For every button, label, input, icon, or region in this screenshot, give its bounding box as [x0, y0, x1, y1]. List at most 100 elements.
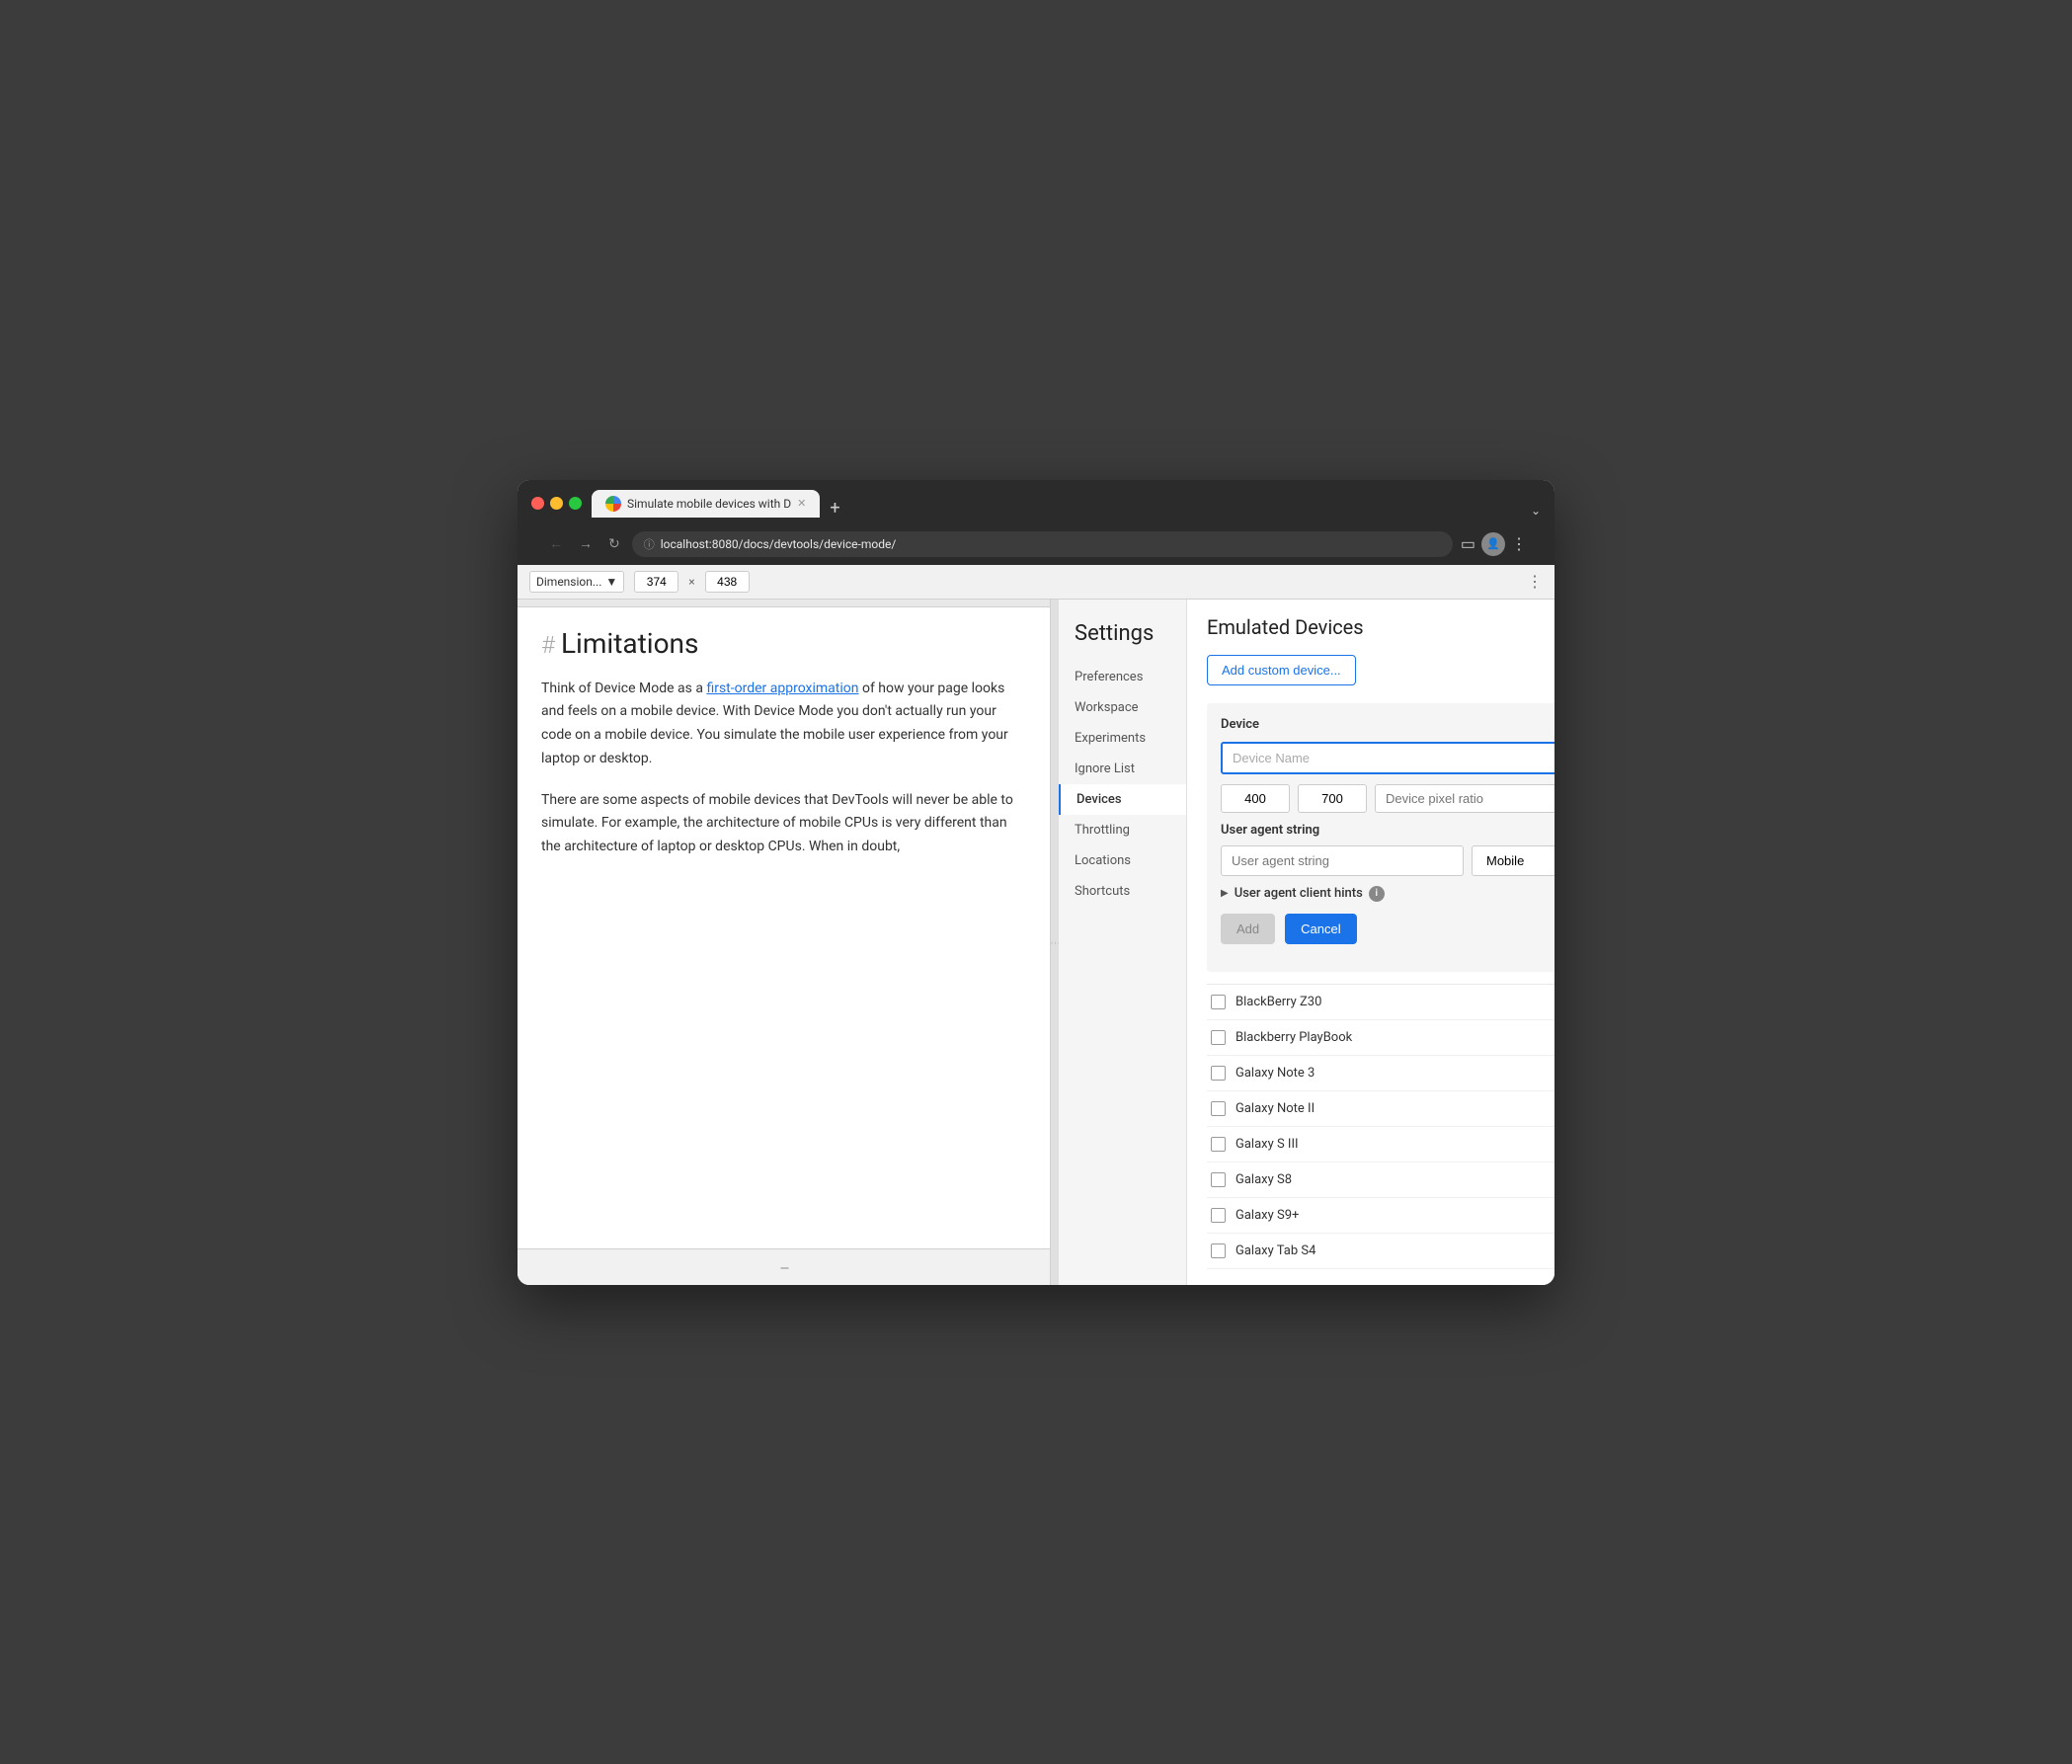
page-content: # Limitations Think of Device Mode as a …	[518, 600, 1051, 1285]
device-checkbox-blackberry-z30[interactable]	[1211, 995, 1226, 1009]
article-link[interactable]: first-order approximation	[706, 681, 858, 696]
user-agent-string-input[interactable]	[1221, 845, 1464, 876]
device-checkbox-blackberry-playbook[interactable]	[1211, 1030, 1226, 1045]
device-item-galaxy-note-3: Galaxy Note 3	[1207, 1056, 1554, 1091]
emulated-devices-title: Emulated Devices	[1207, 615, 1554, 639]
address-bar: ← → ↻ ⓘ localhost:8080/docs/devtools/dev…	[531, 525, 1541, 565]
article-content: # Limitations Think of Device Mode as a …	[518, 607, 1050, 1248]
device-label-galaxy-note-3: Galaxy Note 3	[1235, 1066, 1315, 1081]
settings-sidebar: Settings Preferences Workspace Experimen…	[1059, 600, 1187, 1285]
sidebar-item-throttling[interactable]: Throttling	[1059, 815, 1186, 845]
traffic-lights	[531, 497, 582, 510]
user-icon: 👤	[1486, 537, 1500, 550]
heading-text: Limitations	[561, 627, 699, 660]
close-traffic-light[interactable]	[531, 497, 544, 510]
devtools-toolbar: Dimension... ▼ × ⋮	[518, 565, 1554, 600]
device-item-galaxy-s9-plus: Galaxy S9+	[1207, 1198, 1554, 1234]
sidebar-item-shortcuts[interactable]: Shortcuts	[1059, 876, 1186, 907]
device-checkbox-galaxy-note-3[interactable]	[1211, 1066, 1226, 1081]
device-item-blackberry-playbook: Blackberry PlayBook	[1207, 1020, 1554, 1056]
height-input[interactable]	[705, 571, 750, 593]
browser-menu-btn[interactable]: ⋮	[1511, 534, 1527, 553]
url-bar[interactable]: ⓘ localhost:8080/docs/devtools/device-mo…	[632, 531, 1453, 557]
sidebar-item-preferences[interactable]: Preferences	[1059, 662, 1186, 692]
hints-label: User agent client hints	[1235, 886, 1363, 901]
side-resize-handle[interactable]: ⋮	[1051, 600, 1059, 1285]
device-height-input[interactable]	[1298, 784, 1367, 813]
active-tab[interactable]: Simulate mobile devices with D ✕	[592, 490, 820, 518]
device-item-galaxy-s-iii: Galaxy S III	[1207, 1127, 1554, 1163]
dimension-chevron: ▼	[605, 575, 617, 589]
dimension-label: Dimension...	[536, 575, 601, 589]
device-label-galaxy-s8: Galaxy S8	[1235, 1172, 1292, 1187]
tab-title: Simulate mobile devices with D	[627, 497, 791, 511]
minimize-traffic-light[interactable]	[550, 497, 563, 510]
sidebar-item-locations[interactable]: Locations	[1059, 845, 1186, 876]
tabs-row: Simulate mobile devices with D ✕ + ⌄	[592, 490, 1541, 518]
article-para-2: There are some aspects of mobile devices…	[541, 789, 1026, 859]
add-device-btn[interactable]: Add	[1221, 914, 1275, 944]
device-label-blackberry-z30: BlackBerry Z30	[1235, 995, 1321, 1009]
width-input[interactable]	[634, 571, 678, 593]
device-pixel-ratio-input[interactable]	[1375, 784, 1554, 813]
browser-actions: ▭ 👤 ⋮	[1461, 532, 1527, 556]
resize-handle[interactable]: ⎯	[780, 1257, 786, 1277]
cancel-device-btn[interactable]: Cancel	[1285, 914, 1356, 944]
browser-window: Simulate mobile devices with D ✕ + ⌄ ← →…	[518, 480, 1554, 1285]
device-checkbox-galaxy-tab-s4[interactable]	[1211, 1243, 1226, 1258]
device-label-blackberry-playbook: Blackberry PlayBook	[1235, 1030, 1352, 1045]
reload-btn[interactable]: ↻	[604, 534, 624, 554]
user-agent-type-select[interactable]: Mobile Desktop Tablet	[1472, 845, 1554, 876]
dim-separator: ×	[688, 575, 694, 589]
device-item-galaxy-s8: Galaxy S8	[1207, 1163, 1554, 1198]
page-footer: ⎯	[518, 1248, 1050, 1285]
device-item-blackberry-z30: BlackBerry Z30	[1207, 985, 1554, 1020]
user-agent-title: User agent string	[1221, 823, 1554, 838]
dimension-select[interactable]: Dimension... ▼	[529, 571, 624, 593]
hints-info-icon: i	[1369, 886, 1385, 902]
device-label-galaxy-s-iii: Galaxy S III	[1235, 1137, 1299, 1152]
add-custom-device-btn[interactable]: Add custom device...	[1207, 655, 1356, 685]
sidebar-item-devices[interactable]: Devices	[1059, 784, 1186, 815]
forward-btn[interactable]: →	[575, 533, 597, 554]
tab-chevron[interactable]: ⌄	[1531, 504, 1541, 518]
device-name-input[interactable]	[1221, 742, 1554, 774]
sidebar-item-workspace[interactable]: Workspace	[1059, 692, 1186, 723]
device-dims-row	[1221, 784, 1554, 813]
device-width-input[interactable]	[1221, 784, 1290, 813]
device-checkbox-galaxy-s-iii[interactable]	[1211, 1137, 1226, 1152]
back-btn[interactable]: ←	[545, 533, 567, 554]
hints-arrow-icon: ▶	[1221, 888, 1229, 899]
user-agent-row: Mobile Desktop Tablet	[1221, 845, 1554, 876]
main-content: # Limitations Think of Device Mode as a …	[518, 600, 1554, 1285]
tab-close-btn[interactable]: ✕	[797, 497, 806, 510]
device-label-galaxy-tab-s4: Galaxy Tab S4	[1235, 1243, 1315, 1258]
device-section-title: Device	[1221, 717, 1554, 732]
sidebar-item-ignore-list[interactable]: Ignore List	[1059, 754, 1186, 784]
info-icon: ⓘ	[644, 536, 655, 552]
settings-panel: Settings Preferences Workspace Experimen…	[1059, 600, 1554, 1285]
maximize-traffic-light[interactable]	[569, 497, 582, 510]
sidebar-item-experiments[interactable]: Experiments	[1059, 723, 1186, 754]
device-label-galaxy-s9-plus: Galaxy S9+	[1235, 1208, 1299, 1223]
url-text: localhost:8080/docs/devtools/device-mode…	[661, 537, 897, 551]
user-agent-hints-toggle[interactable]: ▶ User agent client hints i	[1221, 886, 1554, 902]
new-tab-btn[interactable]: +	[820, 500, 849, 518]
device-checkbox-galaxy-s8[interactable]	[1211, 1172, 1226, 1187]
settings-main-content: × Emulated Devices Add custom device... …	[1187, 600, 1554, 1285]
device-item-galaxy-note-ii: Galaxy Note II	[1207, 1091, 1554, 1127]
user-avatar[interactable]: 👤	[1481, 532, 1505, 556]
scrollbar-area[interactable]	[518, 600, 1050, 607]
device-list: BlackBerry Z30 Blackberry PlayBook Galax…	[1207, 984, 1554, 1269]
device-item-galaxy-tab-s4: Galaxy Tab S4	[1207, 1234, 1554, 1269]
split-view-btn[interactable]: ▭	[1461, 534, 1475, 553]
device-form-section: Device User agent string Mobile Desktop	[1207, 703, 1554, 972]
form-actions: Add Cancel	[1221, 914, 1554, 944]
toolbar-more-btn[interactable]: ⋮	[1527, 572, 1543, 591]
tab-favicon	[605, 496, 621, 512]
article-para-1: Think of Device Mode as a first-order ap…	[541, 678, 1026, 771]
article-heading: # Limitations	[541, 627, 1026, 660]
device-checkbox-galaxy-note-ii[interactable]	[1211, 1101, 1226, 1116]
device-label-galaxy-note-ii: Galaxy Note II	[1235, 1101, 1315, 1116]
device-checkbox-galaxy-s9-plus[interactable]	[1211, 1208, 1226, 1223]
